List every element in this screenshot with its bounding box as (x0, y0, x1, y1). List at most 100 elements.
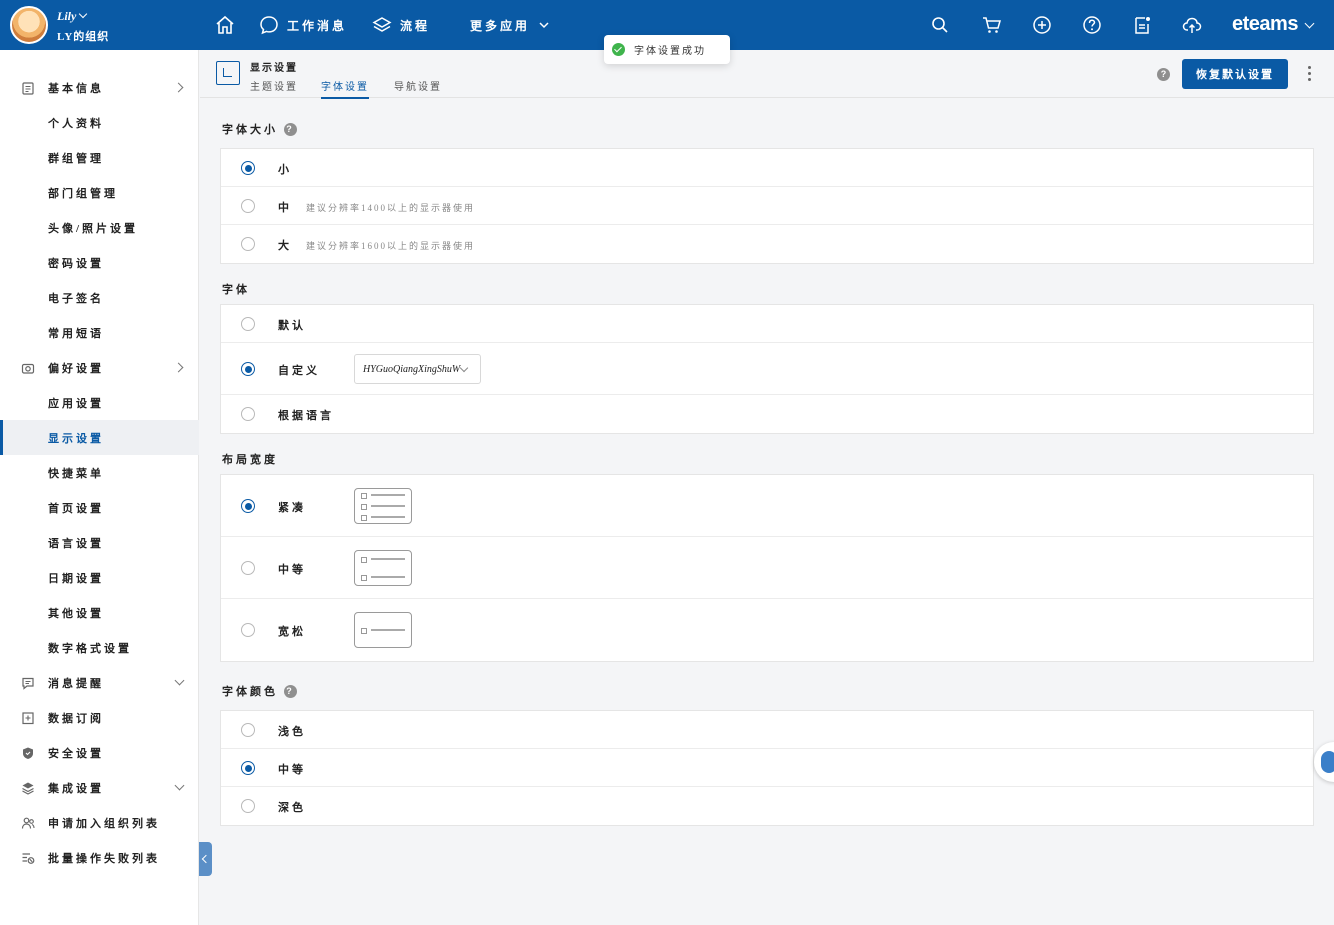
sidebar-item[interactable]: 常用短语 (0, 315, 199, 350)
tab-navigation[interactable]: 导航设置 (394, 78, 442, 97)
radio-font-custom[interactable] (241, 362, 255, 376)
sidebar-item[interactable]: 偏好设置 (0, 350, 199, 385)
option-row[interactable]: 小 (221, 149, 1313, 187)
chevron-right-icon[interactable] (173, 362, 184, 373)
sidebar-item-label: 显示设置 (48, 432, 104, 445)
option-row[interactable]: 紧凑 (221, 475, 1313, 537)
sidebar-item-label: 部门组管理 (48, 187, 118, 200)
sidebar-item[interactable]: 部门组管理 (0, 175, 199, 210)
radio-layout-loose[interactable] (241, 623, 255, 637)
sidebar-item[interactable]: 其他设置 (0, 595, 199, 630)
sidebar-item[interactable]: 日期设置 (0, 560, 199, 595)
sidebar-item-label: 其他设置 (48, 607, 104, 620)
option-label: 深色 (278, 802, 306, 814)
restore-default-button[interactable]: 恢复默认设置 (1182, 59, 1288, 89)
option-row[interactable]: 中 建议分辨率1400以上的显示器使用 (221, 187, 1313, 225)
sidebar-item[interactable]: 数据订阅 (0, 700, 199, 735)
option-hint: 建议分辨率1400以上的显示器使用 (306, 203, 476, 213)
avatar[interactable] (10, 6, 48, 44)
sidebar-item[interactable]: 快捷菜单 (0, 455, 199, 490)
option-label: 紧凑 (278, 502, 306, 514)
sidebar-item[interactable]: 安全设置 (0, 735, 199, 770)
sidebar-item[interactable]: 应用设置 (0, 385, 199, 420)
option-row[interactable]: 根据语言 (221, 395, 1313, 433)
radio-font-by-language[interactable] (241, 407, 255, 421)
option-label: 宽松 (278, 626, 306, 638)
help-icon[interactable]: ? (1157, 68, 1170, 81)
cloud-upload-icon[interactable] (1182, 15, 1202, 35)
sidebar-item[interactable]: 集成设置 (0, 770, 199, 805)
user-menu[interactable]: Lily (57, 9, 88, 24)
custom-font-value: HYGuoQiangXingShuW (363, 363, 461, 375)
radio-font-size-medium[interactable] (241, 199, 255, 213)
camera-icon (21, 363, 35, 374)
brand-logo[interactable]: eteams (1232, 13, 1298, 36)
sidebar-item[interactable]: 消息提醒 (0, 665, 199, 700)
sidebar-item[interactable]: 头像/照片设置 (0, 210, 199, 245)
sidebar-item[interactable]: 数字格式设置 (0, 630, 199, 665)
sidebar-collapse-handle[interactable] (199, 842, 212, 876)
sidebar-item-label: 数字格式设置 (48, 642, 132, 655)
user-name: Lily (57, 9, 77, 23)
radio-color-medium[interactable] (241, 761, 255, 775)
option-label: 默认 (278, 320, 306, 332)
option-row[interactable]: 中等 (221, 537, 1313, 599)
tasks-icon[interactable] (1132, 15, 1152, 35)
option-row[interactable]: 默认 (221, 305, 1313, 343)
more-options-icon[interactable] (1308, 66, 1312, 82)
font-color-panel: 浅色 中等 深色 (220, 710, 1314, 826)
stack-icon (22, 782, 34, 795)
help-icon[interactable] (1082, 15, 1102, 35)
org-name: LY的组织 (57, 31, 110, 43)
plus-circle-icon[interactable] (1032, 15, 1052, 35)
chevron-down-icon[interactable] (174, 780, 185, 791)
layout-medium-preview (354, 550, 412, 586)
sidebar-item[interactable]: 密码设置 (0, 245, 199, 280)
section-title: 字体颜色 (222, 686, 278, 698)
radio-color-dark[interactable] (241, 799, 255, 813)
option-row[interactable]: 自定义 HYGuoQiangXingShuW (221, 343, 1313, 395)
sidebar-item[interactable]: 个人资料 (0, 105, 199, 140)
section-title-layout-width: 布局宽度 (222, 451, 278, 467)
tab-theme[interactable]: 主题设置 (250, 78, 298, 97)
option-row[interactable]: 深色 (221, 787, 1313, 825)
custom-font-select[interactable]: HYGuoQiangXingShuW (354, 354, 481, 384)
chevron-right-icon[interactable] (173, 82, 184, 93)
sidebar-item[interactable]: 首页设置 (0, 490, 199, 525)
option-row[interactable]: 大 建议分辨率1600以上的显示器使用 (221, 225, 1313, 263)
sidebar-item[interactable]: 电子签名 (0, 280, 199, 315)
sidebar-item[interactable]: 群组管理 (0, 140, 199, 175)
radio-font-default[interactable] (241, 317, 255, 331)
option-row[interactable]: 中等 (221, 749, 1313, 787)
sidebar-item[interactable]: 语言设置 (0, 525, 199, 560)
nav-more-apps[interactable]: 更多应用 (470, 14, 550, 36)
search-icon[interactable] (930, 15, 950, 35)
radio-layout-compact[interactable] (241, 499, 255, 513)
chevron-down-icon (539, 22, 549, 29)
sidebar-item[interactable]: 基本信息 (0, 70, 199, 105)
sidebar-item[interactable]: 批量操作失败列表 (0, 840, 199, 875)
radio-font-size-large[interactable] (241, 237, 255, 251)
option-row[interactable]: 浅色 (221, 711, 1313, 749)
help-icon[interactable]: ? (284, 684, 297, 698)
nav-label: 工作消息 (287, 18, 348, 33)
nav-home[interactable] (215, 14, 235, 36)
sidebar-item[interactable]: 显示设置 (0, 420, 199, 455)
sidebar-item-label: 安全设置 (48, 747, 104, 760)
chevron-down-icon[interactable] (174, 675, 185, 686)
nav-work-messages[interactable]: 工作消息 (259, 14, 347, 36)
bug-report-button[interactable] (1314, 742, 1334, 782)
shield-icon (23, 747, 33, 759)
cart-icon[interactable] (982, 15, 1002, 35)
help-icon[interactable]: ? (284, 122, 297, 136)
option-label: 中等 (278, 564, 306, 576)
radio-color-light[interactable] (241, 723, 255, 737)
tab-font[interactable]: 字体设置 (321, 78, 369, 99)
radio-font-size-small[interactable] (241, 161, 255, 175)
nav-workflow[interactable]: 流程 (372, 14, 430, 36)
sidebar-item[interactable]: 申请加入组织列表 (0, 805, 199, 840)
radio-layout-medium[interactable] (241, 561, 255, 575)
option-row[interactable]: 宽松 (221, 599, 1313, 661)
chevron-down-icon[interactable] (1304, 18, 1315, 29)
sidebar-item-label: 偏好设置 (48, 362, 104, 375)
